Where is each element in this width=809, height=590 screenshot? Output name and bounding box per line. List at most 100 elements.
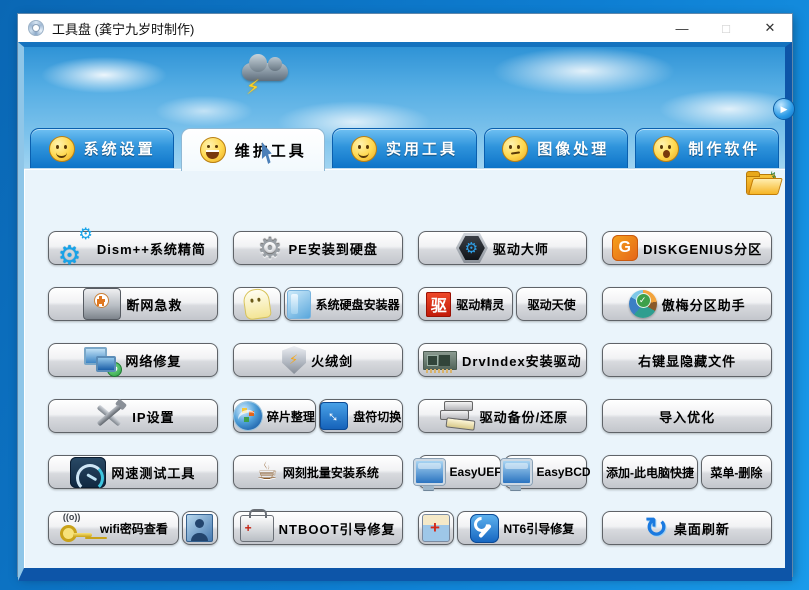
shield-lightning-icon: ⚡ (282, 346, 306, 374)
tool-button-label: 驱动备份/还原 (480, 407, 569, 426)
tool-button-label: Dism++系统精简 (97, 239, 206, 258)
tool-button-system-disk-installer[interactable]: 系统硬盘安装器 (284, 287, 403, 321)
monitor-icon (414, 459, 445, 485)
tool-button-portrait[interactable] (182, 511, 218, 545)
tool-button-first-aid[interactable]: + (418, 511, 454, 545)
tool-button-network-repair[interactable]: ↻ 网络修复 (48, 343, 218, 377)
blue-wrench-icon (470, 514, 499, 543)
tool-button-network-clone-install[interactable]: ☕ 网刻批量安装系统 (233, 455, 403, 489)
tab-software-making[interactable]: 制作软件 (635, 128, 779, 168)
gray-gear-icon: ⚙ (257, 232, 283, 265)
hexagon-gear-icon: ⚙ (456, 233, 488, 263)
grid-cell: 导入优化 (602, 399, 772, 433)
refresh-arrows-icon: ↻ (644, 514, 668, 542)
storm-cloud-lightning-icon: ⚡ (236, 51, 296, 101)
tab-system-settings[interactable]: 系统设置 (30, 128, 174, 168)
diagonal-arrow-glyph: ↔ (323, 405, 346, 428)
tool-button-easyuefi[interactable]: EasyUEFI (418, 455, 501, 489)
grid-cell: G DISKGENIUS分区 (602, 231, 772, 265)
hammer-head (115, 399, 127, 411)
tool-button-wifi-password-view[interactable]: ((o)) wifi密码查看 (48, 511, 179, 545)
tool-button-aomei-partition[interactable]: 傲梅分区助手 (602, 287, 772, 321)
tool-button-nt6-repair[interactable]: NT6引导修复 (457, 511, 588, 545)
tool-button-speed-test[interactable]: 网速测试工具 (48, 455, 218, 489)
red-cross-mark: + (245, 524, 254, 533)
gear-glyph: ⚙ (459, 236, 485, 260)
tool-button-driver-angel[interactable]: 驱动天使 (516, 287, 587, 321)
crossed-tools-icon (91, 400, 127, 432)
tab-label: 图像处理 (537, 138, 609, 159)
grid-cell: ((o)) wifi密码查看 (48, 511, 218, 545)
tool-button-driver-master[interactable]: ⚙ 驱动大师 (418, 231, 588, 265)
grid-cell: ☕ 网刻批量安装系统 (233, 455, 403, 489)
tool-button-label: 桌面刷新 (674, 519, 730, 538)
tool-button-label: DISKGENIUS分区 (643, 239, 762, 258)
grid-cell: 驱 驱动精灵 驱动天使 (418, 287, 588, 321)
grid-cell: ↻ 网络修复 (48, 343, 218, 377)
tool-button-diskgenius[interactable]: G DISKGENIUS分区 (602, 231, 772, 265)
tool-button-label: 添加-此电脑快捷 (606, 464, 694, 481)
plus-mark (97, 299, 105, 302)
tool-button-drvindex[interactable]: DrvIndex安装驱动 (418, 343, 588, 377)
tool-button-ntboot-repair[interactable]: + NTBOOT引导修复 (233, 511, 403, 545)
gear-glyph: ⚙ (79, 227, 94, 243)
tool-button-huorong-sword[interactable]: ⚡ 火绒剑 (233, 343, 403, 377)
stacked-drives-icon (437, 400, 475, 432)
tool-button-desktop-refresh[interactable]: ↻ 桌面刷新 (602, 511, 772, 545)
tool-button-ghost[interactable] (233, 287, 281, 321)
close-button[interactable]: ✕ (748, 14, 792, 42)
tool-button-label: 驱动大师 (493, 239, 549, 258)
grid-cell: DrvIndex安装驱动 (418, 343, 588, 377)
tool-button-driver-backup-restore[interactable]: 驱动备份/还原 (418, 399, 588, 433)
ghost-icon (242, 287, 272, 320)
first-aid-box-icon: + (422, 514, 450, 542)
tool-button-toggle-hidden-files[interactable]: 右键显隐藏文件 (602, 343, 772, 377)
drive-switch-arrow-icon: ↔ (320, 402, 348, 430)
fragment-bits (242, 408, 247, 413)
window-controls: — □ ✕ (660, 14, 792, 42)
tool-button-menu-delete[interactable]: 菜单-删除 (701, 455, 772, 489)
monitor-icon (501, 459, 532, 485)
tool-button-defrag[interactable]: 碎片整理 (233, 399, 316, 433)
smiley-smile-icon (49, 136, 75, 162)
tab-image-processing[interactable]: 图像处理 (484, 128, 628, 168)
tool-button-dism-trim[interactable]: ⚙ ⚙ Dism++系统精简 (48, 231, 218, 265)
grid-cell: ⚙ PE安装到硬盘 (233, 231, 403, 265)
tool-button-label: NT6引导修复 (504, 520, 575, 537)
tool-button-label: 网刻批量安装系统 (283, 464, 379, 481)
tab-utility-tools[interactable]: 实用工具 (332, 128, 476, 168)
tool-button-label: EasyBCD (537, 465, 591, 479)
tool-button-add-thispc-shortcut[interactable]: 添加-此电脑快捷 (602, 455, 698, 489)
tool-button-label: 傲梅分区助手 (662, 295, 746, 314)
tool-button-label: DrvIndex安装驱动 (462, 351, 582, 370)
tab-maintenance-tools[interactable]: 维护工具 (181, 128, 325, 171)
tool-button-pe-install[interactable]: ⚙ PE安装到硬盘 (233, 231, 403, 265)
tab-bar: 系统设置 维护工具 实用工具 图像处理 制作软件 (24, 128, 785, 168)
coffee-cup-icon: ☕ (256, 460, 278, 484)
tool-button-network-rescue[interactable]: 断网急救 (48, 287, 218, 321)
tool-button-label: EasyUEFI (450, 465, 505, 479)
smiley-laugh-icon (200, 137, 226, 163)
tool-button-label: 驱动精灵 (456, 296, 504, 313)
tool-button-drive-letter-switch[interactable]: ↔ 盘符切换 (319, 399, 402, 433)
portrait-icon (186, 514, 213, 542)
grid-cell: 傲梅分区助手 (602, 287, 772, 321)
minimize-button[interactable]: — (660, 14, 704, 42)
grid-cell: 驱动备份/还原 (418, 399, 588, 433)
title-bar: 工具盘 (龚宁九岁时制作) — □ ✕ (18, 14, 792, 42)
lightning-icon: ⚡ (246, 75, 260, 100)
tool-button-import-optimization[interactable]: 导入优化 (602, 399, 772, 433)
blue-gears-icon: ⚙ ⚙ (58, 230, 94, 266)
maximize-button[interactable]: □ (704, 14, 748, 42)
smiley-uneasy-icon (502, 136, 528, 162)
tab-content-panel: ↯ ⚙ ⚙ Dism++系统精简 (24, 168, 785, 568)
tool-button-ip-settings[interactable]: IP设置 (48, 399, 218, 433)
diskgenius-g-icon: G (612, 235, 638, 261)
blue-round-badge-icon: ▶ (774, 99, 794, 119)
window-body: ⚡ ▶ 系统设置 维护工具 实用工具 图 (18, 42, 792, 581)
tab-label: 维护工具 (235, 140, 307, 161)
grid-cell: ⚙ ⚙ Dism++系统精简 (48, 231, 218, 265)
tool-button-easybcd[interactable]: EasyBCD (504, 455, 587, 489)
tool-button-driver-genius[interactable]: 驱 驱动精灵 (418, 287, 514, 321)
refresh-badge-icon: ↻ (107, 362, 122, 377)
